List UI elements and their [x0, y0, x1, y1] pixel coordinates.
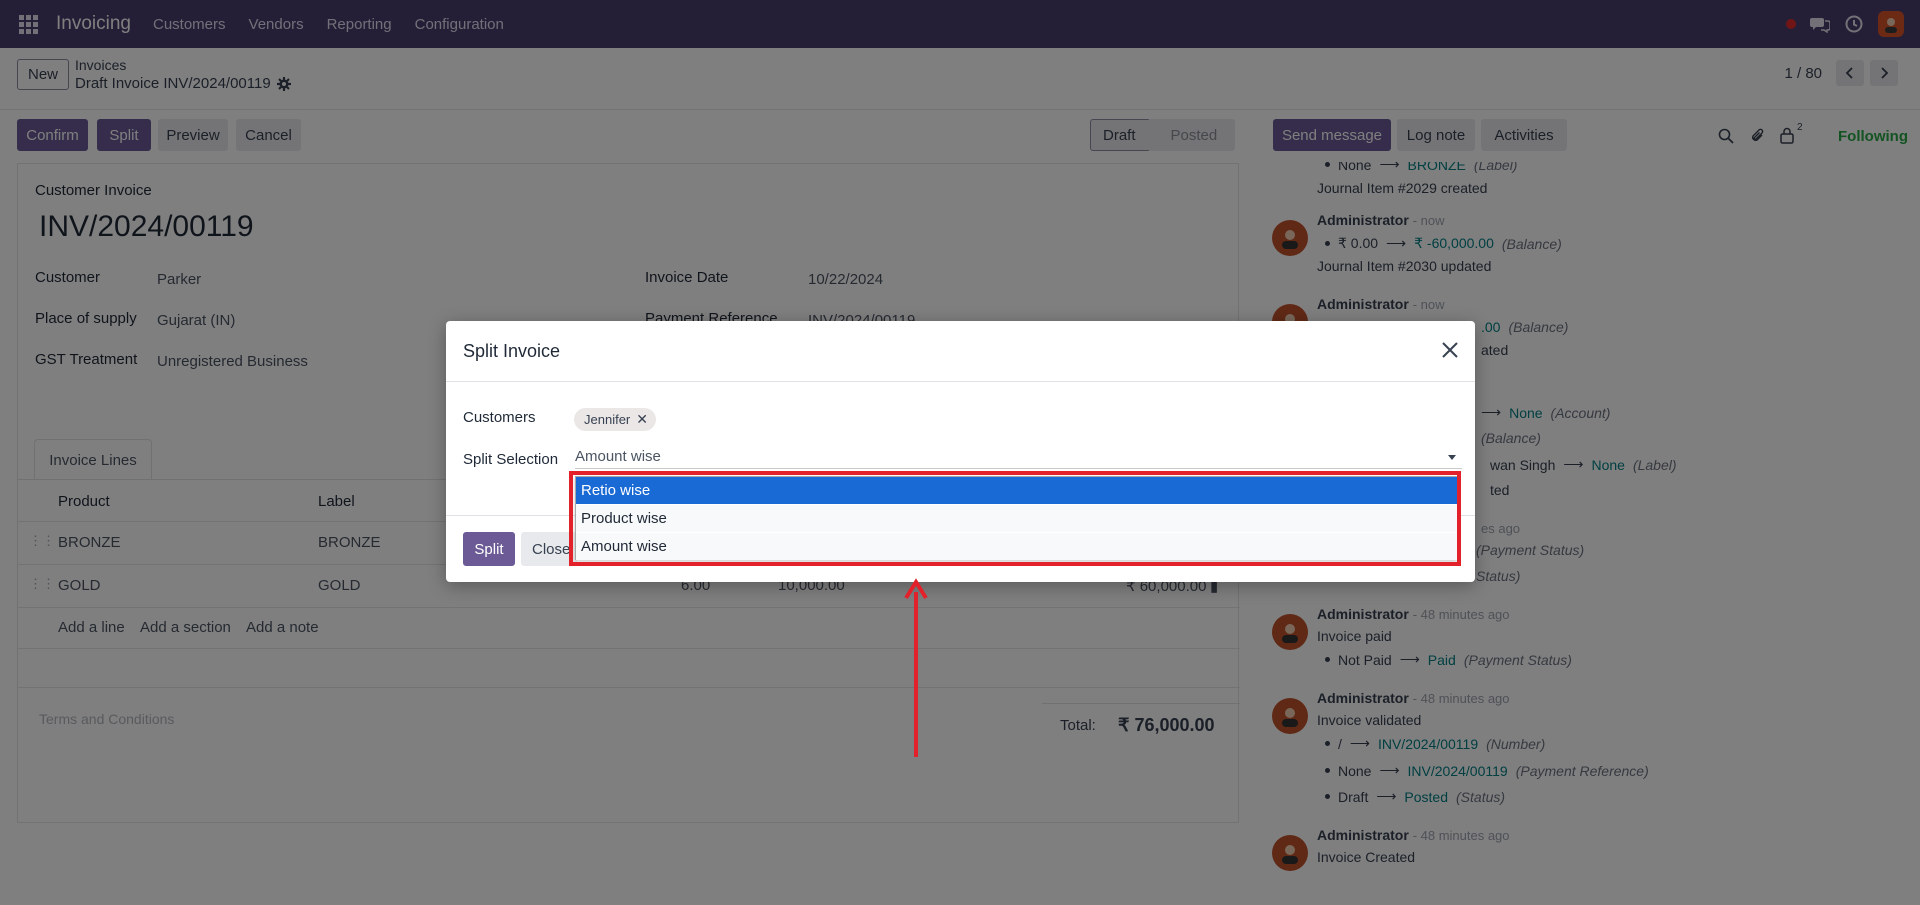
split-selection-label: Split Selection: [463, 451, 559, 468]
split-selection-select[interactable]: Amount wise: [575, 445, 1462, 469]
caret-down-icon: [1448, 455, 1456, 460]
annotation-highlight-box: [569, 471, 1461, 566]
annotation-arrow-up-icon: [904, 578, 928, 600]
annotation-arrow-shaft: [914, 592, 918, 757]
dialog-header: Split Invoice: [446, 321, 1475, 382]
remove-tag-icon[interactable]: ✕: [636, 411, 648, 428]
dialog-title: Split Invoice: [463, 341, 561, 361]
customer-tag-label: Jennifer: [584, 412, 631, 427]
split-selection-value: Amount wise: [575, 448, 661, 465]
customers-label: Customers: [463, 409, 536, 426]
dialog-split-button[interactable]: Split: [463, 532, 515, 566]
close-icon[interactable]: [1438, 338, 1462, 362]
customer-tag: Jennifer ✕: [574, 408, 656, 431]
